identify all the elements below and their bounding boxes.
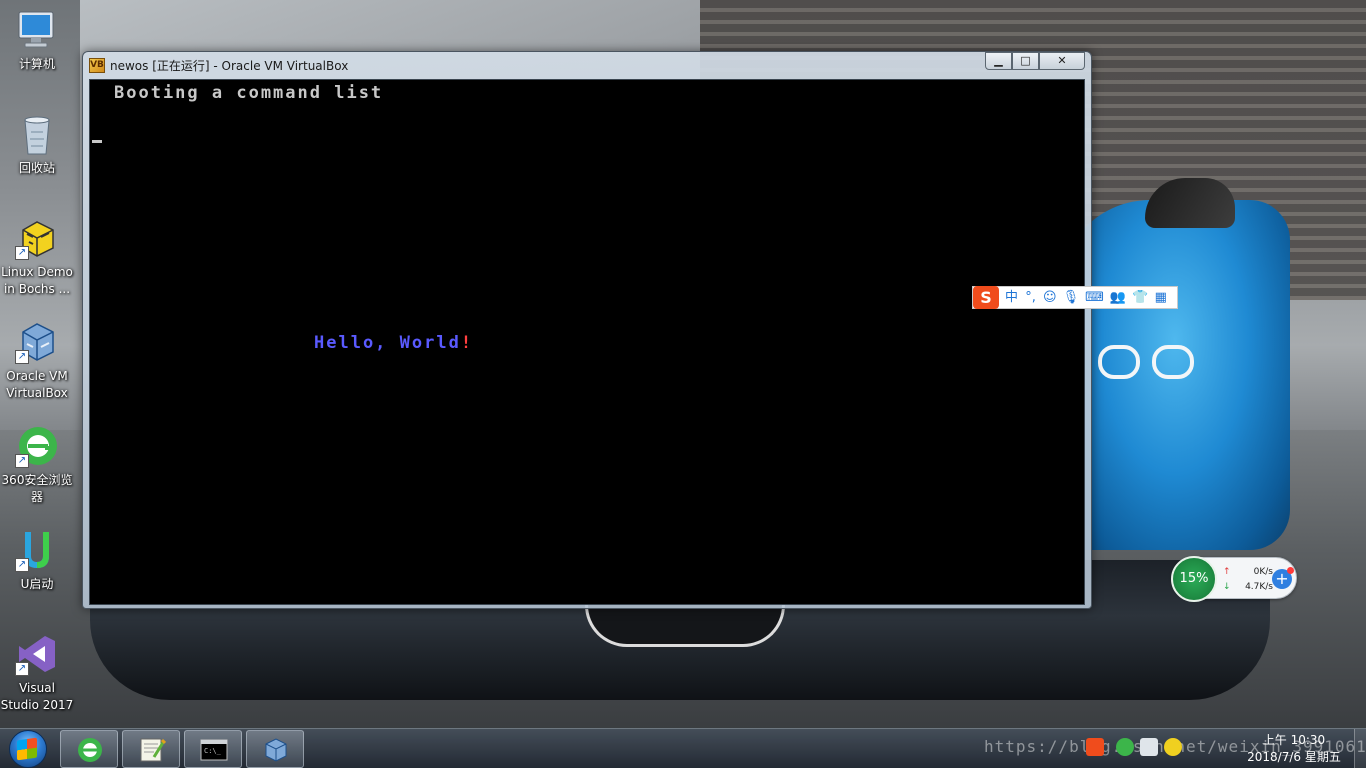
desktop-icon-360-browser[interactable]: ↗ 360安全浏览 器 (0, 424, 74, 506)
desktop-icon-label: U启动 (20, 577, 54, 591)
notification-dot (1287, 567, 1294, 574)
hello-world-text: Hello, World! (314, 333, 473, 353)
windows-logo-icon (17, 737, 37, 761)
desktop-icon-recycle-bin[interactable]: 回收站 (0, 112, 74, 177)
ime-punctuation-toggle[interactable]: °, (1024, 287, 1037, 308)
ime-chinese-mode[interactable]: 中 (1005, 287, 1018, 308)
desktop-icon-label: Visual (19, 681, 55, 695)
shortcut-arrow-icon: ↗ (15, 558, 29, 572)
virtualbox-icon: ↗ (15, 320, 59, 364)
desktop-icon-linux-demo[interactable]: ↗ Linux Demo in Bochs ... (0, 216, 74, 298)
text-cursor (92, 140, 102, 143)
cpu-usage-ring[interactable]: 15% (1171, 556, 1217, 602)
u-qidong-icon: ↗ (15, 528, 59, 572)
maximize-button[interactable]: □ (1012, 52, 1039, 70)
desktop-icon-visual-studio[interactable]: ↗ Visual Studio 2017 (0, 632, 74, 714)
360-browser-icon (76, 737, 104, 763)
virtualbox-icon (262, 737, 290, 763)
recycle-bin-icon (15, 112, 59, 156)
usb-device-icon[interactable] (1140, 738, 1158, 756)
desktop-icon-label: 回收站 (18, 161, 55, 175)
shortcut-arrow-icon: ↗ (15, 662, 29, 676)
minimize-button[interactable]: ▁ (985, 52, 1012, 70)
download-speed: 4.7K/s (1245, 582, 1273, 592)
microphone-icon[interactable]: 🎙 (1063, 287, 1080, 308)
taskbar-virtualbox[interactable] (246, 730, 304, 768)
desktop-icon-virtualbox[interactable]: ↗ Oracle VM VirtualBox (0, 320, 74, 402)
download-arrow-icon: ↓ (1223, 582, 1231, 592)
network-speed-widget[interactable]: 15% ↑ 0K/s ↓ 4.7K/s + (1171, 556, 1297, 602)
desktop-icon-label: Oracle VM (6, 369, 68, 383)
desktop-icon-label: VirtualBox (6, 386, 68, 400)
desktop-icon-label: 360安全浏览 (1, 473, 73, 487)
upload-arrow-icon: ↑ (1223, 567, 1231, 577)
keyboard-icon[interactable]: ⌨ (1085, 287, 1104, 308)
desktop-icon-u-qidong[interactable]: ↗ U启动 (0, 528, 74, 593)
shortcut-arrow-icon: ↗ (15, 246, 29, 260)
svg-text:C:\_: C:\_ (204, 747, 222, 755)
360-tray-icon[interactable] (1116, 738, 1134, 756)
notepad-plus-plus-icon (138, 737, 167, 763)
virtualbox-window[interactable]: VB newos [正在运行] - Oracle VM VirtualBox ▁… (82, 51, 1092, 609)
clock-date: 2018/7/6 星期五 (1247, 750, 1341, 764)
skin-icon[interactable]: 👕 (1132, 287, 1148, 308)
desktop-icon-label: in Bochs ... (3, 282, 71, 296)
clock-time: 上午 10:30 (1262, 733, 1326, 747)
desktop-icon-label: 器 (30, 490, 43, 504)
taskbar: C:\_ https://blog.csdn.net/weixin_399106… (0, 728, 1366, 768)
user-icon[interactable]: 👥 (1110, 287, 1126, 308)
start-button[interactable] (4, 730, 54, 768)
window-title: newos [正在运行] - Oracle VM VirtualBox (110, 59, 349, 73)
sogou-ime-toolbar[interactable]: S 中 °, ☺ 🎙 ⌨ 👥 👕 ▦ (972, 286, 1178, 309)
vm-display[interactable]: Booting a command list Hello, World! (89, 79, 1085, 605)
desktop-icon-label: 计算机 (18, 57, 55, 71)
window-titlebar[interactable]: VB newos [正在运行] - Oracle VM VirtualBox ▁… (83, 52, 1091, 78)
shortcut-arrow-icon: ↗ (15, 350, 29, 364)
system-clock[interactable]: 上午 10:30 2018/7/6 星期五 (1246, 732, 1342, 766)
emoji-icon[interactable]: ☺ (1043, 287, 1057, 308)
taskbar-360-browser[interactable] (60, 730, 118, 768)
show-desktop-button[interactable] (1354, 729, 1366, 768)
close-button[interactable]: ✕ (1039, 52, 1085, 70)
shortcut-arrow-icon: ↗ (15, 454, 29, 468)
toolbox-icon[interactable]: ▦ (1154, 287, 1167, 308)
sogou-tray-icon[interactable] (1086, 738, 1104, 756)
hello-message: Hello, World (314, 333, 461, 353)
security-tray-icon[interactable] (1164, 738, 1182, 756)
hello-exclamation: ! (460, 333, 474, 353)
wallpaper-car-grille (585, 605, 785, 647)
bochs-icon: ↗ (15, 216, 59, 260)
360-browser-icon: ↗ (15, 424, 59, 468)
window-controls: ▁ □ ✕ (985, 52, 1085, 70)
computer-icon (15, 8, 59, 52)
taskbar-notepad-plus-plus[interactable] (122, 730, 180, 768)
wallpaper-headlight (1152, 345, 1194, 379)
visual-studio-icon: ↗ (15, 632, 59, 676)
wallpaper-headlight (1098, 345, 1140, 379)
desktop-icon-label: Linux Demo (1, 265, 73, 279)
taskbar-command-prompt[interactable]: C:\_ (184, 730, 242, 768)
desktop-icon-label: Studio 2017 (0, 698, 74, 712)
upload-speed: 0K/s (1253, 567, 1273, 577)
sogou-logo-icon[interactable]: S (973, 286, 999, 309)
virtualbox-app-icon[interactable]: VB (89, 58, 105, 73)
boot-message: Booting a command list (114, 83, 384, 103)
desktop-icon-computer[interactable]: 计算机 (0, 8, 74, 73)
command-prompt-icon: C:\_ (200, 737, 228, 763)
